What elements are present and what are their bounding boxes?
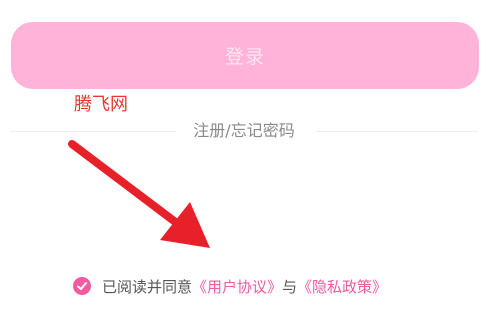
agreement-row: 已阅读并同意 《用户协议》 与 《隐私政策》 [73, 275, 387, 297]
check-icon [77, 282, 87, 290]
agreement-conjunction: 与 [282, 277, 298, 296]
login-screen: 登录 腾飞网 注册/忘记密码 已阅读并同意 《用户协议》 与 《隐私政策》 [0, 0, 488, 311]
agreement-prefix: 已阅读并同意 [102, 277, 193, 296]
user-agreement-link[interactable]: 《用户协议》 [192, 276, 282, 297]
arrow-icon [68, 140, 210, 248]
privacy-policy-link[interactable]: 《隐私政策》 [297, 276, 387, 297]
agreement-checkbox[interactable] [73, 277, 91, 295]
login-button[interactable]: 登录 [11, 22, 479, 89]
watermark-text: 腾飞网 [74, 94, 128, 115]
